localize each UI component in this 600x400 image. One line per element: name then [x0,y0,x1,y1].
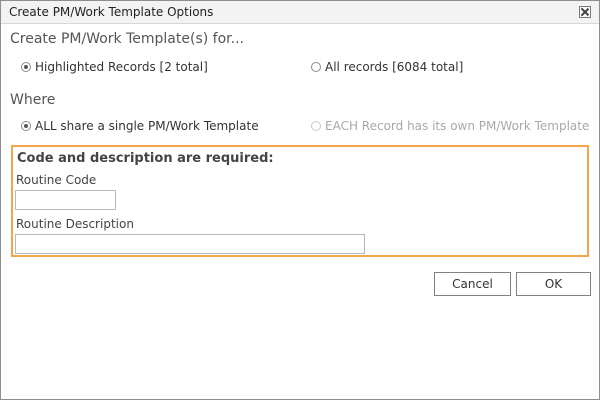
section-where-heading: Where [10,92,56,108]
ok-button[interactable]: OK [516,272,591,296]
routine-description-label: Routine Description [16,217,134,231]
radio-each-record-own: EACH Record has its own PM/Work Template [311,119,589,133]
routine-description-input[interactable] [15,234,365,254]
title-bar[interactable]: Create PM/Work Template Options [1,1,599,24]
radio-checked-icon[interactable] [21,62,31,72]
radio-checked-icon[interactable] [21,121,31,131]
dialog-window: Create PM/Work Template Options Create P… [0,0,600,400]
required-fields-box: Code and description are required: Routi… [11,145,589,257]
section-for-heading: Create PM/Work Template(s) for... [10,31,244,47]
window-title: Create PM/Work Template Options [9,5,214,19]
radio-label: Highlighted Records [2 total] [35,60,208,74]
radio-highlighted-records[interactable]: Highlighted Records [2 total] [21,60,208,74]
radio-label: EACH Record has its own PM/Work Template [325,119,590,133]
cancel-button[interactable]: Cancel [434,272,511,296]
radio-disabled-icon [311,121,321,131]
close-icon[interactable] [579,6,591,18]
radio-all-records[interactable]: All records [6084 total] [311,60,463,74]
radio-label: All records [6084 total] [325,60,464,74]
routine-code-label: Routine Code [16,173,97,187]
routine-code-input[interactable] [15,190,116,210]
radio-all-share-single[interactable]: ALL share a single PM/Work Template [21,119,259,133]
required-title: Code and description are required: [17,151,274,166]
radio-label: ALL share a single PM/Work Template [35,119,259,133]
radio-unchecked-icon[interactable] [311,62,321,72]
